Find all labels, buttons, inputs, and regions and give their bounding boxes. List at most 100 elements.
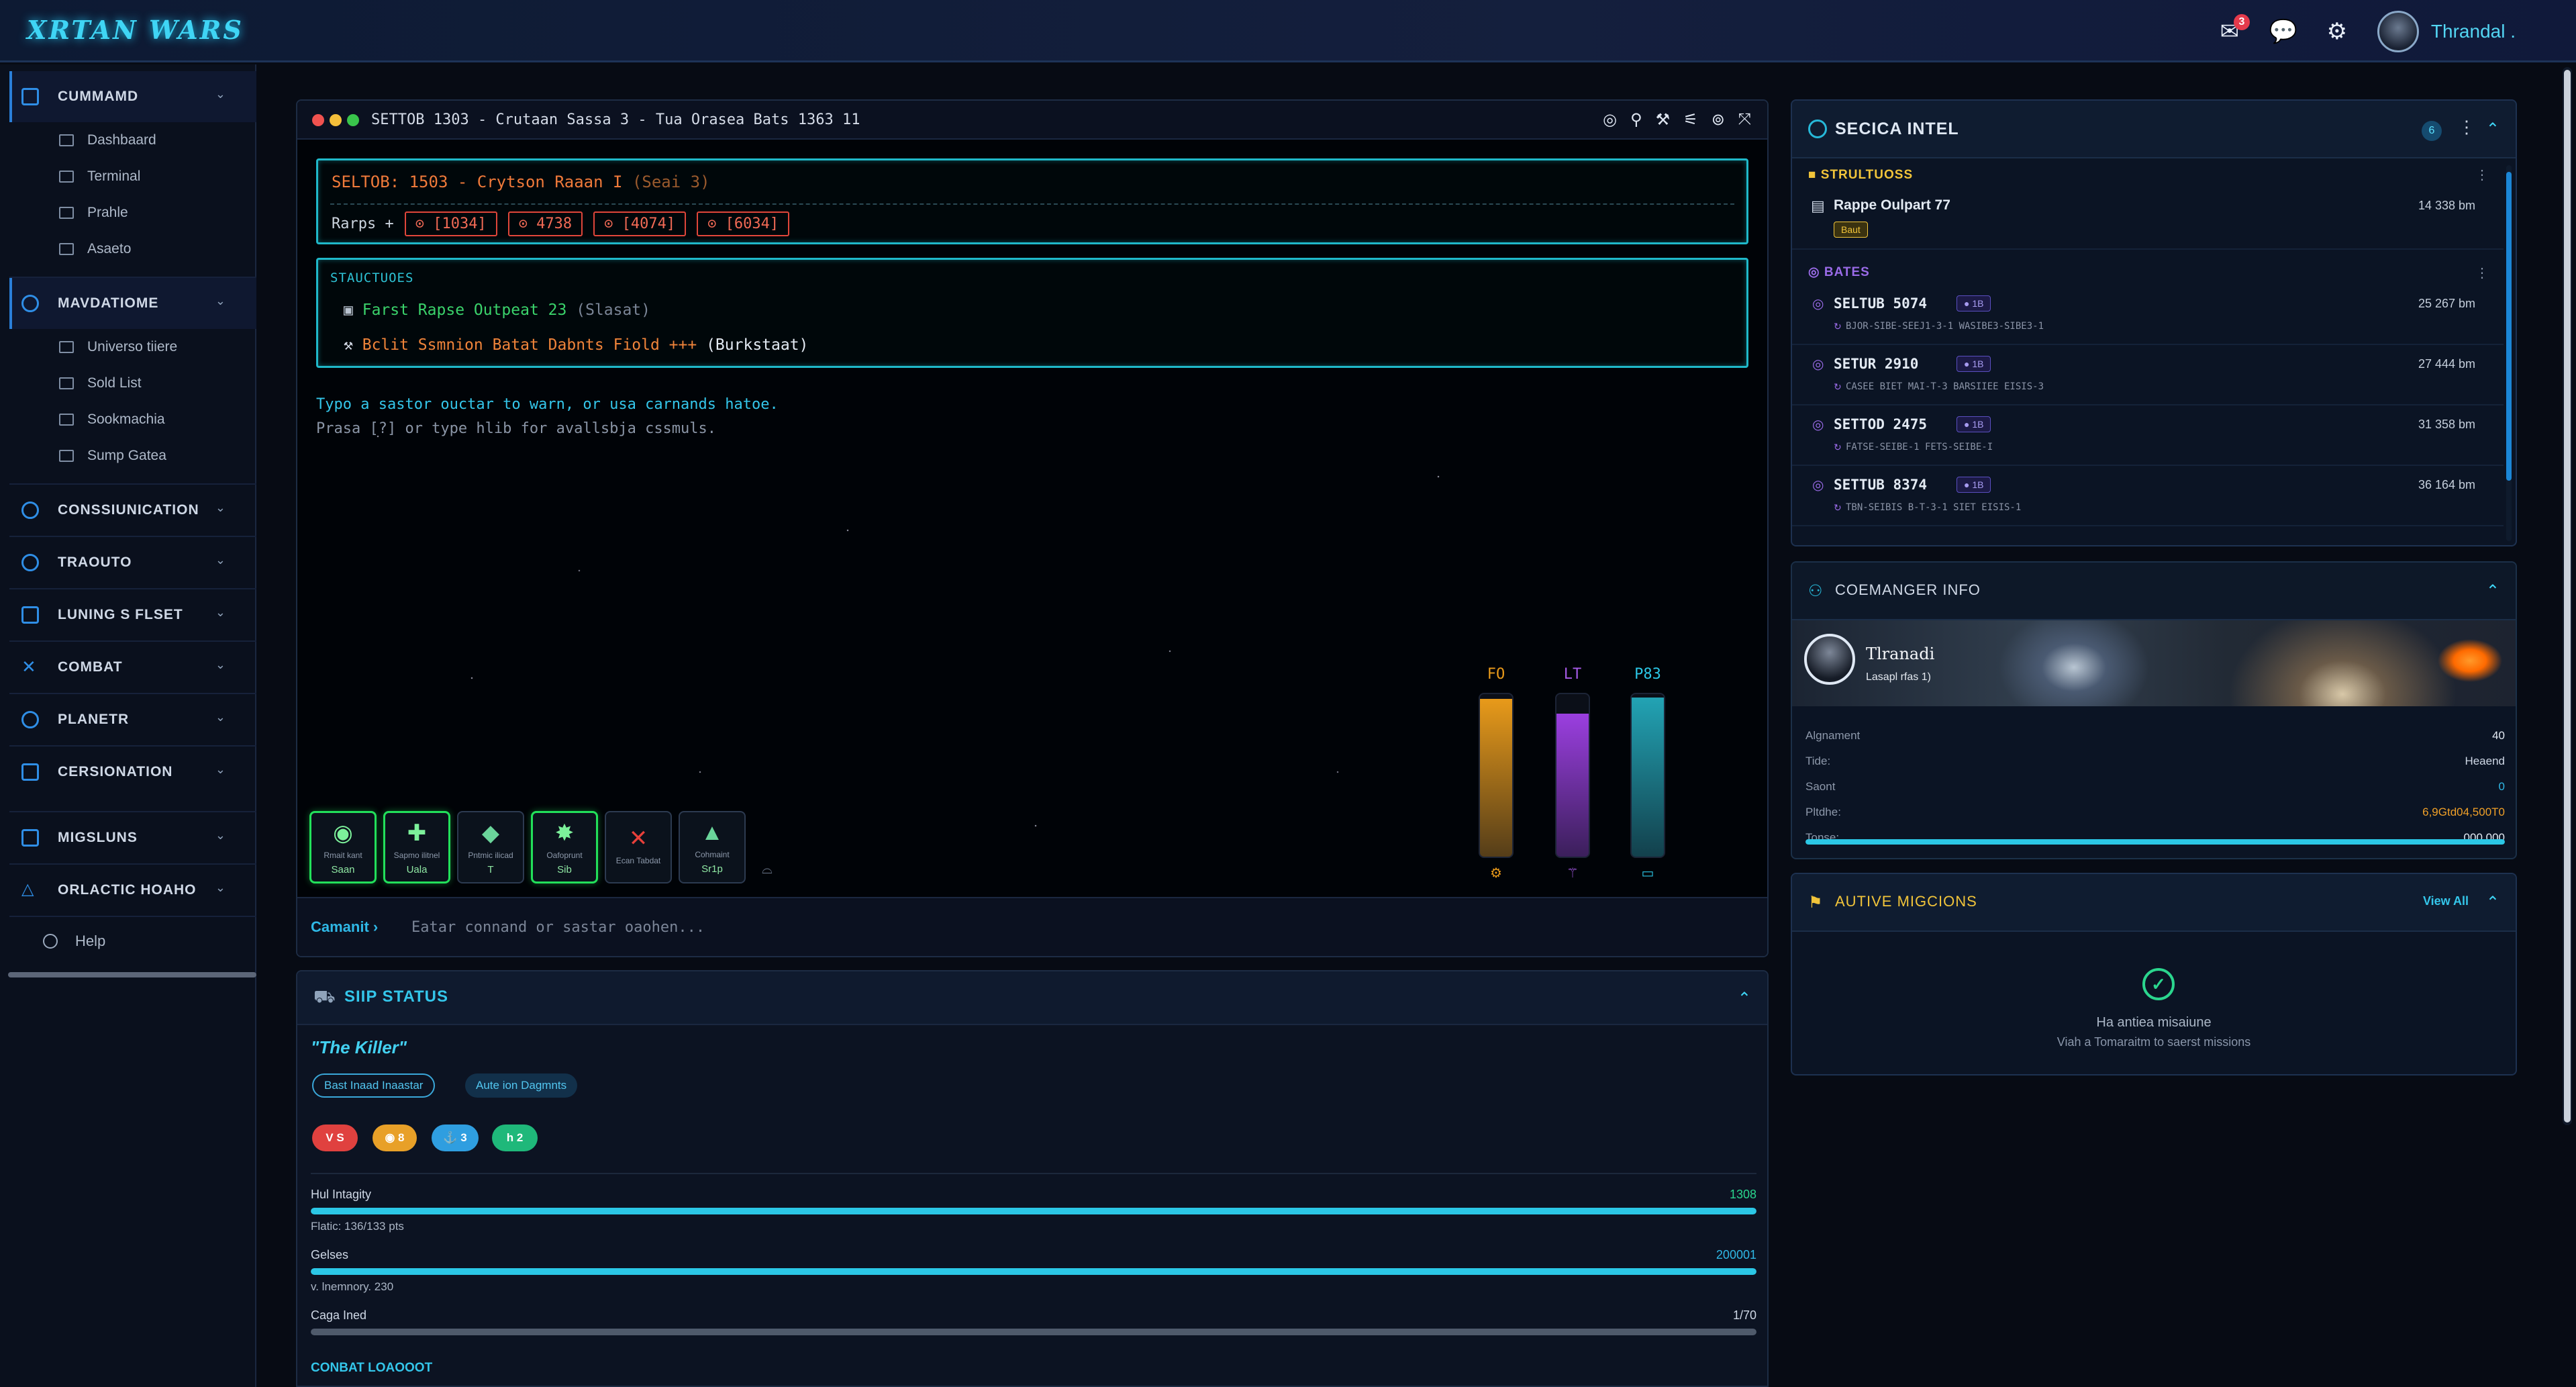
kebab-menu-icon[interactable]: ⋮	[2475, 166, 2489, 183]
gate-row[interactable]: ◎ SETTOD 2475 ● 1B ↻ FATSE-SEIBE-1 FETS-SEIB…	[1792, 407, 2504, 466]
sidebar-item-label: Sold List	[87, 375, 142, 391]
avatar[interactable]	[1804, 634, 1855, 685]
chevron-up-icon[interactable]: ⌃	[2486, 893, 2499, 912]
sidebar-item-label: Sump Gatea	[87, 448, 166, 463]
chat-icon[interactable]: 💬	[2269, 18, 2297, 45]
sidebar-item-assets[interactable]: Asaeto	[9, 231, 256, 267]
sidebar-item-bookmarks[interactable]: Sookmachia	[9, 401, 256, 438]
gauge-fill	[1556, 714, 1589, 857]
scrollbar-thumb[interactable]	[2506, 172, 2512, 481]
sidebar-item-sold-list[interactable]: Sold List	[9, 365, 256, 401]
expand-icon[interactable]: ⤧	[1738, 110, 1751, 130]
gate-row[interactable]: ◎ SELTUB 5074 ● 1B ↻ BJOR-SIBE-SEEJ1-3-1 WAS…	[1792, 286, 2504, 345]
gate-route: CASEE BIET MAI-T-3 BARSIIEE EISIS-3	[1846, 381, 2044, 392]
warp-chip[interactable]: ⊙ 4738	[507, 211, 583, 236]
avatar[interactable]	[2377, 11, 2419, 52]
scrollbar[interactable]	[2506, 165, 2512, 541]
warp-chip[interactable]: ⊙ [4074]	[593, 211, 687, 236]
active-missions-title: AUTIVE MIGCIONS	[1835, 893, 1977, 910]
sidebar-item-help[interactable]: Help	[9, 921, 256, 961]
commander-info-header[interactable]: ⚇ COEMANGER INFO ⌃	[1792, 563, 2516, 620]
gate-distance: 31 358 bm	[2418, 418, 2475, 431]
chevron-up-icon[interactable]: ⌃	[1738, 989, 1751, 1008]
more-icon[interactable]: ⌓	[762, 862, 773, 877]
sidebar-scrollbar[interactable]	[8, 972, 256, 977]
combat-loadout-title[interactable]: CONBAT LOAOOOT	[311, 1361, 432, 1376]
sidebar-group-corporation[interactable]: CERSIONATION ⌄	[9, 747, 256, 798]
sidebar-group-planets[interactable]: PLANETR ⌄	[9, 694, 256, 745]
sidebar-group-missions[interactable]: MIGSLUNS ⌄	[9, 812, 256, 863]
close-dot[interactable]	[312, 114, 324, 126]
pin-icon[interactable]: ⚲	[1630, 110, 1642, 130]
sidebar-group-command[interactable]: CUMMAMD ⌄	[9, 71, 256, 122]
chevron-down-icon: ⌄	[215, 606, 226, 619]
chevron-up-icon[interactable]: ⌃	[2486, 581, 2499, 601]
gate-tag: ● 1B	[1956, 295, 1991, 312]
sidebar-item-jump-gates[interactable]: Sump Gatea	[9, 438, 256, 474]
mail-icon[interactable]: ✉ 3	[2216, 14, 2250, 45]
gate-icon: ◎	[1808, 265, 1820, 279]
gem-icon: ◆	[481, 820, 500, 846]
user-name[interactable]: Thrandal .	[2431, 21, 2516, 42]
ship-status-header[interactable]: ⛟ SIIP STATUS ⌃	[297, 971, 1767, 1025]
structure-line[interactable]: ⚒ Bclit Ssmnion Batat Dabnts Fiold +++ (…	[344, 336, 808, 354]
gate-icon: ◎	[1812, 418, 1824, 432]
scan-icon[interactable]: ◎	[1603, 110, 1617, 130]
sidebar-item-terminal[interactable]: Terminal	[9, 158, 256, 195]
chevron-up-icon[interactable]: ⌃	[2486, 119, 2499, 139]
action-button[interactable]: ▲ Cohmaint Sr1p	[679, 811, 746, 883]
compass-icon	[21, 295, 39, 312]
action-button[interactable]: ✸ Oafoprunt Sib	[531, 811, 598, 883]
ship-class-pill[interactable]: Bast Inaad Inaastar	[312, 1073, 436, 1098]
warp-chip[interactable]: ⊙ [6034]	[697, 211, 790, 236]
action-button[interactable]: ✕ Ecan Tabdat	[605, 811, 672, 883]
gear-icon[interactable]: ⚙	[2324, 18, 2350, 45]
sidebar-item-dashboard[interactable]: Dashbaard	[9, 122, 256, 158]
sidebar-group-navigation[interactable]: MAVDATIOME ⌄	[9, 278, 256, 329]
gate-row[interactable]: ◎ SETUR 2910 ● 1B ↻ CASEE BIET MAI-T-3 BARSI…	[1792, 346, 2504, 405]
terminal-help-hint: Prasa [?] or type hlib for avallsbja css…	[316, 420, 717, 437]
page-scrollbar-thumb[interactable]	[2564, 70, 2571, 1122]
page-scrollbar[interactable]	[2563, 67, 2572, 1125]
command-input[interactable]	[411, 910, 1740, 944]
sidebar-group-fleet[interactable]: LUNING S FLSET ⌄	[9, 589, 256, 640]
ship-icon: ▲	[701, 820, 724, 845]
chevron-down-icon: ⌄	[215, 658, 226, 671]
settings-icon[interactable]: ⊚	[1712, 110, 1725, 130]
minimize-dot[interactable]	[330, 114, 342, 126]
action-button[interactable]: ◆ Pntmic ilicad T	[457, 811, 524, 883]
field-key: Algnament	[1805, 729, 1861, 742]
kebab-menu-icon[interactable]: ⋮	[2458, 117, 2475, 138]
sidebar-group-label: ORLACTIC HOAHO	[58, 882, 197, 898]
sidebar-group-label: CERSIONATION	[58, 764, 173, 779]
sidebar-group-communication[interactable]: CONSSIUNICATION ⌄	[9, 485, 256, 536]
active-missions-header[interactable]: ⚑ AUTIVE MIGCIONS View All ⌃	[1792, 874, 2516, 932]
kebab-menu-icon[interactable]: ⋮	[2475, 265, 2489, 281]
hull-integrity-row: Hul Intagity 1308 Flatic: 136/133 pts	[311, 1188, 1756, 1233]
sidebar-item-profile[interactable]: Prahle	[9, 195, 256, 231]
action-value: T	[487, 863, 494, 875]
maximize-dot[interactable]	[347, 114, 359, 126]
sidebar-item-universe[interactable]: Universo tiiere	[9, 329, 256, 365]
sector-intel-header[interactable]: SECICA INTEL 6 ⋮ ⌃	[1792, 101, 2516, 158]
warp-chip[interactable]: ⊙ [1034]	[404, 211, 497, 236]
structure-line[interactable]: ▣ Farst Rapse Outpeat 23 (Slasat)	[344, 301, 650, 319]
action-button[interactable]: ✚ Sapmo ilitnel Uala	[383, 811, 450, 883]
view-all-link[interactable]: View All	[2423, 894, 2469, 908]
action-button[interactable]: ◉ Rmait kant Saan	[309, 811, 377, 883]
ship-type-pill[interactable]: Aute ion Dagmnts	[465, 1073, 578, 1098]
app-logo[interactable]: XRTAN WARS	[27, 15, 244, 45]
sidebar-group-label: COMBAT	[58, 659, 123, 675]
chart-icon[interactable]: ⚟	[1683, 110, 1698, 130]
sidebar-group-label: TRAOUTO	[58, 555, 132, 570]
tools-icon[interactable]: ⚒	[1656, 110, 1671, 130]
sidebar-group-combat[interactable]: ✕ COMBAT ⌄	[9, 642, 256, 693]
gate-row[interactable]: ◎ SETTUB 8374 ● 1B ↻ TBN-SEIBIS B-T-3-1 SIET…	[1792, 467, 2504, 526]
structure-row[interactable]: ▤ Rappe Oulpart 77 Baut 14 338 bm	[1792, 188, 2504, 250]
gate-tag: ● 1B	[1956, 356, 1991, 372]
warp-list: Rarps + ⊙ [1034] ⊙ 4738 ⊙ [4074] ⊙ [6034…	[332, 211, 790, 236]
sidebar-group-trading[interactable]: TRAOUTO ⌄	[9, 537, 256, 588]
sidebar-group-galactic-board[interactable]: △ ORLACTIC HOAHO ⌄	[9, 865, 256, 916]
gauge-fill	[1480, 699, 1512, 857]
burst-icon: ✸	[554, 820, 575, 846]
